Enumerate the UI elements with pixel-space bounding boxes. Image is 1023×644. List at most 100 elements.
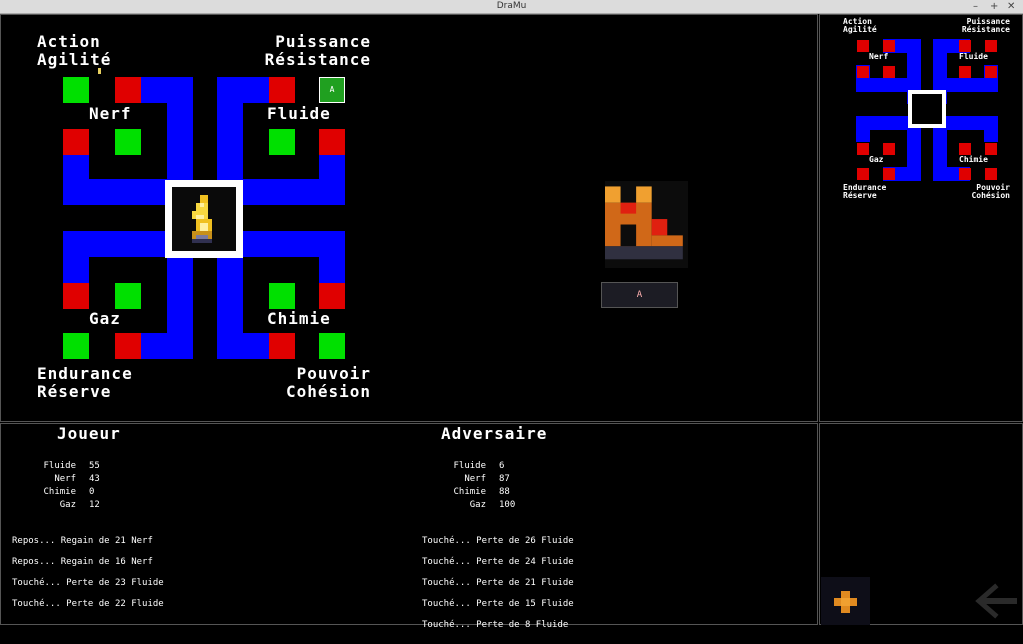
board-cell[interactable] bbox=[63, 283, 89, 309]
minimize-button[interactable]: – bbox=[973, 0, 978, 13]
actions-panel bbox=[819, 423, 1023, 625]
player-stat-value: 0 bbox=[89, 487, 95, 497]
log-line: Touché... Perte de 21 Fluide bbox=[422, 578, 574, 588]
board-cell[interactable] bbox=[269, 77, 295, 103]
opponent-stat-name: Chimie bbox=[453, 487, 486, 497]
back-button[interactable] bbox=[973, 581, 1021, 621]
mini-cell bbox=[883, 168, 895, 180]
board-cell[interactable] bbox=[115, 77, 141, 103]
channel bbox=[217, 333, 269, 359]
log-line: Repos... Regain de 16 Nerf bbox=[12, 557, 153, 567]
quadrant-label-fluide: Fluide bbox=[267, 104, 331, 123]
board-cell[interactable] bbox=[319, 333, 345, 359]
maximize-button[interactable]: + bbox=[990, 0, 998, 13]
player-log: Repos... Regain de 21 Nerf Repos... Rega… bbox=[12, 524, 164, 622]
minimap-panel: Action Agilité Puissance Résistance Endu… bbox=[819, 14, 1023, 422]
player-stat-name: Gaz bbox=[59, 500, 76, 510]
channel bbox=[141, 333, 193, 359]
board-cell[interactable] bbox=[63, 333, 89, 359]
channel bbox=[319, 231, 345, 283]
opponent-stats: Fluide 6 Nerf 87 Chimie 88 Gaz 100 bbox=[426, 460, 536, 512]
mini-cell bbox=[959, 143, 971, 155]
mini-cell bbox=[883, 143, 895, 155]
log-line: Touché... Perte de 26 Fluide bbox=[422, 536, 574, 546]
board-cell[interactable] bbox=[115, 333, 141, 359]
stats-panel: Joueur Adversaire Fluide 55 Nerf 43 Chimie… bbox=[0, 423, 818, 630]
player-stat-name: Fluide bbox=[43, 461, 76, 471]
player-stat-name: Nerf bbox=[54, 474, 76, 484]
mini-cell bbox=[883, 40, 895, 52]
board-cell[interactable] bbox=[63, 77, 89, 103]
log-line: Touché... Perte de 15 Fluide bbox=[422, 599, 574, 609]
title-bar: DraMu – + ✕ bbox=[0, 0, 1023, 14]
corner-label-reserve: Réserve bbox=[37, 382, 112, 401]
opponent-stat-name: Fluide bbox=[453, 461, 486, 471]
board-cell[interactable] bbox=[269, 333, 295, 359]
log-line: Touché... Perte de 24 Fluide bbox=[422, 557, 574, 567]
mini-cell bbox=[985, 66, 997, 78]
board-cell[interactable] bbox=[115, 129, 141, 155]
player-title: Joueur bbox=[57, 424, 121, 443]
mini-label-fluide: Fluide bbox=[959, 52, 988, 61]
mini-cell bbox=[985, 143, 997, 155]
board-cell[interactable] bbox=[319, 129, 345, 155]
mini-label-chimie: Chimie bbox=[959, 155, 988, 164]
opponent-stat-value: 87 bbox=[499, 474, 510, 484]
log-line: Repos... Regain de 21 Nerf bbox=[12, 536, 153, 546]
mini-cell bbox=[959, 40, 971, 52]
mini-cell bbox=[985, 168, 997, 180]
board-cell[interactable] bbox=[269, 283, 295, 309]
log-line: Touché... Perte de 23 Fluide bbox=[12, 578, 164, 588]
mini-corner-cohesion: Cohésion bbox=[971, 191, 1010, 200]
main-board-panel: Action Agilité Puissance Résistance Endu… bbox=[0, 14, 818, 422]
board-cell[interactable] bbox=[63, 129, 89, 155]
quadrant-label-gaz: Gaz bbox=[89, 309, 121, 328]
opponent-log: Touché... Perte de 26 Fluide Touché... P… bbox=[422, 524, 574, 643]
player-stat-name: Chimie bbox=[43, 487, 76, 497]
corner-label-cohesion: Cohésion bbox=[285, 382, 371, 401]
add-button[interactable] bbox=[821, 577, 870, 625]
mini-cell bbox=[883, 66, 895, 78]
board-cell[interactable] bbox=[115, 283, 141, 309]
corner-label-resistance: Résistance bbox=[264, 50, 371, 69]
corner-label-pouvoir: Pouvoir bbox=[296, 364, 371, 383]
center-tile-inner bbox=[172, 187, 236, 251]
corner-label-action: Action bbox=[37, 32, 101, 51]
opponent-stat-name: Nerf bbox=[464, 474, 486, 484]
mini-cell bbox=[959, 66, 971, 78]
opponent-stat-value: 100 bbox=[499, 500, 516, 510]
cursor-marker bbox=[98, 68, 101, 74]
mini-center-inner bbox=[912, 94, 942, 124]
board-cell-button[interactable]: A bbox=[319, 77, 345, 103]
mini-label-nerf: Nerf bbox=[869, 52, 889, 61]
player-stat-value: 43 bbox=[89, 474, 100, 484]
log-line: Touché... Perte de 22 Fluide bbox=[12, 599, 164, 609]
item-slot[interactable] bbox=[605, 181, 688, 268]
mini-cell bbox=[959, 168, 971, 180]
opponent-stat-value: 88 bbox=[499, 487, 510, 497]
player-stat-value: 55 bbox=[89, 461, 100, 471]
opponent-stat-name: Gaz bbox=[469, 500, 486, 510]
mini-corner-agilite: Agilité bbox=[843, 25, 877, 34]
player-stat-value: 12 bbox=[89, 500, 100, 510]
plus-icon bbox=[834, 591, 857, 613]
mini-cell bbox=[857, 40, 869, 52]
player-stats: Fluide 55 Nerf 43 Chimie 0 Gaz 12 bbox=[16, 460, 126, 512]
mini-cell bbox=[857, 168, 869, 180]
corner-label-puissance: Puissance bbox=[275, 32, 371, 51]
board-cell[interactable] bbox=[269, 129, 295, 155]
item-action-button[interactable]: A bbox=[601, 282, 678, 308]
back-arrow-icon bbox=[975, 583, 1017, 619]
quadrant-label-nerf: Nerf bbox=[89, 104, 132, 123]
board-cell[interactable] bbox=[319, 283, 345, 309]
close-button[interactable]: ✕ bbox=[1007, 0, 1015, 13]
boot-icon bbox=[605, 181, 688, 268]
log-line: Touché... Perte de 8 Fluide bbox=[422, 620, 569, 630]
mini-channel bbox=[856, 116, 870, 142]
mini-cell bbox=[857, 66, 869, 78]
window-title: DraMu bbox=[496, 1, 527, 11]
mini-cell bbox=[985, 40, 997, 52]
mini-corner-reserve: Réserve bbox=[843, 191, 877, 200]
mini-label-gaz: Gaz bbox=[869, 155, 884, 164]
flame-icon bbox=[192, 195, 212, 243]
